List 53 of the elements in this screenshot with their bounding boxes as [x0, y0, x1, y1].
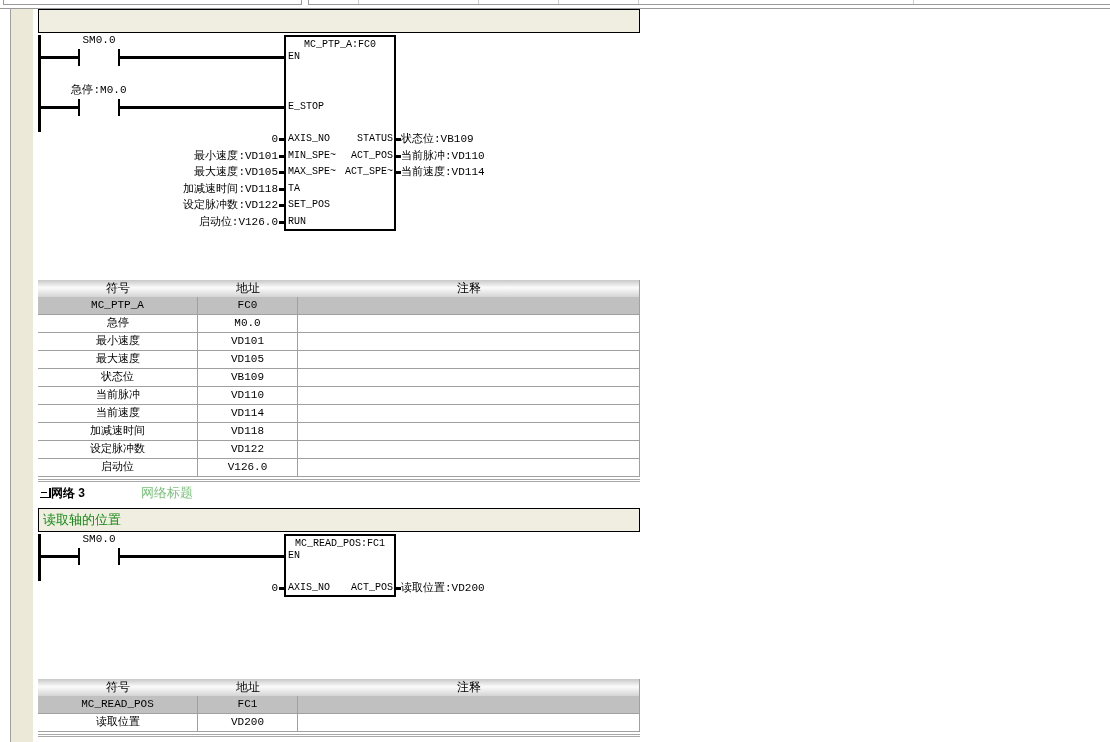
- pin-label: EN: [288, 50, 300, 64]
- operand-label: 当前脉冲:VD110: [401, 148, 485, 163]
- column-header: 符号: [105, 679, 131, 696]
- pin-label: E_STOP: [288, 100, 324, 114]
- wire: [41, 555, 78, 558]
- operand-label: 启动位:V126.0: [198, 215, 278, 229]
- contact-icon: [78, 548, 120, 565]
- operand-label: 加减速时间:VD118: [183, 181, 278, 196]
- title-field[interactable]: 网络标题: [141, 484, 231, 502]
- operand-label: 最大速度:VD105: [194, 165, 278, 180]
- pin-label: AXIS_NO: [288, 581, 330, 595]
- contact-label: SM0.0: [82, 533, 116, 545]
- pin-label: STATUS: [357, 132, 393, 146]
- column-header: 注释: [455, 679, 482, 696]
- column-header: 注释: [455, 280, 482, 297]
- pin-label: ACT_POS: [351, 581, 393, 595]
- wire: [41, 106, 78, 109]
- pin-label: EN: [288, 549, 300, 563]
- contact-label: SM0.0: [82, 34, 116, 46]
- pin-label: MAX_SPE~: [288, 165, 336, 180]
- comment-box[interactable]: 读取轴的位置: [38, 508, 640, 532]
- table-cell: 读取位置: [38, 714, 198, 732]
- table-cell: 启动位: [38, 459, 198, 477]
- operand-label: 0: [271, 132, 278, 146]
- column-header: 地址: [235, 280, 261, 297]
- pin-label: SET_POS: [288, 198, 330, 213]
- wire: [41, 56, 78, 59]
- collapse-icon[interactable]: [40, 488, 51, 498]
- table-cell: VD200: [198, 714, 298, 732]
- comment-box[interactable]: [38, 9, 640, 33]
- pin-label: RUN: [288, 215, 306, 229]
- contact-icon: [78, 99, 120, 116]
- operand-label: 读取位置:VD200: [401, 581, 485, 595]
- table-cell: V126.0: [198, 459, 298, 477]
- pin-label: MIN_SPE~: [288, 148, 336, 163]
- block-title: MC_READ_POS:FC1: [295, 537, 385, 551]
- comment-text: 读取轴的位置: [43, 511, 121, 530]
- column-header: 符号: [105, 280, 131, 297]
- operand-label: 设定脉冲数:VD122: [183, 198, 278, 213]
- contact-label: 急停:M0.0: [71, 84, 127, 96]
- pin-label: AXIS_NO: [288, 132, 330, 146]
- block-title: MC_PTP_A:FC0: [304, 38, 376, 52]
- operand-label: 当前速度:VD114: [401, 165, 485, 180]
- operand-label: 最小速度:VD101: [194, 148, 278, 163]
- contact-icon: [78, 49, 120, 66]
- pin-label: ACT_SPE~: [345, 165, 393, 180]
- column-header: 地址: [235, 679, 261, 696]
- operand-label: 状态位:VB109: [401, 132, 474, 146]
- operand-label: 0: [271, 581, 278, 595]
- power-rail: [38, 534, 41, 581]
- pin-label: TA: [288, 181, 300, 196]
- pin-label: ACT_POS: [351, 148, 393, 163]
- network-title: 网络 3: [51, 485, 86, 502]
